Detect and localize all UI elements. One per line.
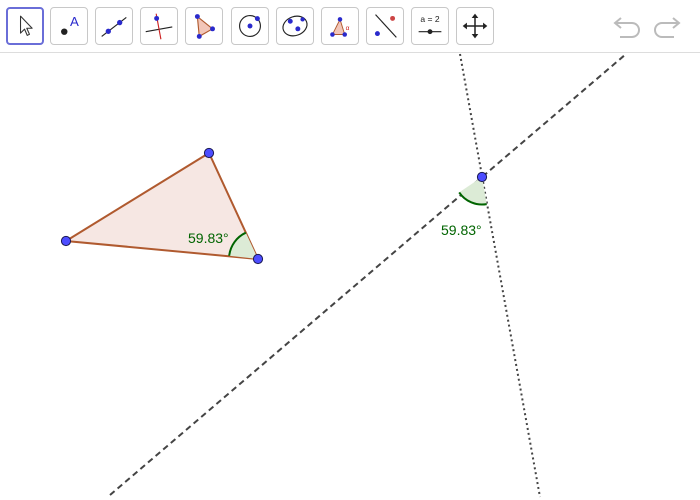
toolbar: A α a = 2 xyxy=(0,0,700,53)
graphics-view[interactable]: 59.83° 59.83° xyxy=(0,52,700,500)
triangle-vertex-top[interactable] xyxy=(203,147,215,159)
intersection-angle-label: 59.83° xyxy=(441,222,482,238)
polygon-tool-button[interactable] xyxy=(185,7,223,45)
undo-button[interactable] xyxy=(612,12,644,40)
cursor-arrow-icon xyxy=(19,15,33,36)
dashed-line[interactable] xyxy=(109,53,627,496)
svg-text:α: α xyxy=(346,25,350,32)
polygon-icon xyxy=(194,14,215,39)
conic-tool-button[interactable] xyxy=(276,7,314,45)
ellipse-icon xyxy=(282,15,308,37)
geometry-drawing: 59.83° 59.83° xyxy=(60,53,627,498)
redo-button[interactable] xyxy=(650,12,682,40)
redo-icon xyxy=(654,17,681,38)
intersection-point[interactable] xyxy=(476,171,488,183)
point-icon: A xyxy=(61,14,79,35)
perpendicular-line-icon xyxy=(145,13,173,40)
move-graphics-view-tool-button[interactable] xyxy=(456,7,494,45)
dotted-line[interactable] xyxy=(459,53,541,498)
move-tool-button[interactable] xyxy=(6,7,44,45)
triangle-angle-label: 59.83° xyxy=(188,230,229,246)
slider-tool-label: a = 2 xyxy=(420,14,439,24)
reflect-tool-button[interactable] xyxy=(366,7,404,45)
circle-center-point-icon xyxy=(239,15,261,37)
line-tool-button[interactable] xyxy=(95,7,133,45)
circle-tool-button[interactable] xyxy=(231,7,269,45)
undo-icon xyxy=(613,17,640,38)
triangle-vertex-right[interactable] xyxy=(252,253,264,265)
line-through-points-icon xyxy=(101,17,127,37)
perpendicular-line-tool-button[interactable] xyxy=(140,7,178,45)
slider-icon: a = 2 xyxy=(418,14,442,35)
triangle[interactable] xyxy=(62,151,260,261)
slider-tool-button[interactable]: a = 2 xyxy=(411,7,449,45)
triangle-vertex-left[interactable] xyxy=(60,235,72,247)
reflect-about-line-icon xyxy=(374,14,397,38)
angle-tool-button[interactable]: α xyxy=(321,7,359,45)
angle-icon: α xyxy=(330,17,350,37)
point-tool-letter: A xyxy=(70,14,79,29)
move-arrows-icon xyxy=(462,13,488,39)
point-tool-button[interactable]: A xyxy=(50,7,88,45)
